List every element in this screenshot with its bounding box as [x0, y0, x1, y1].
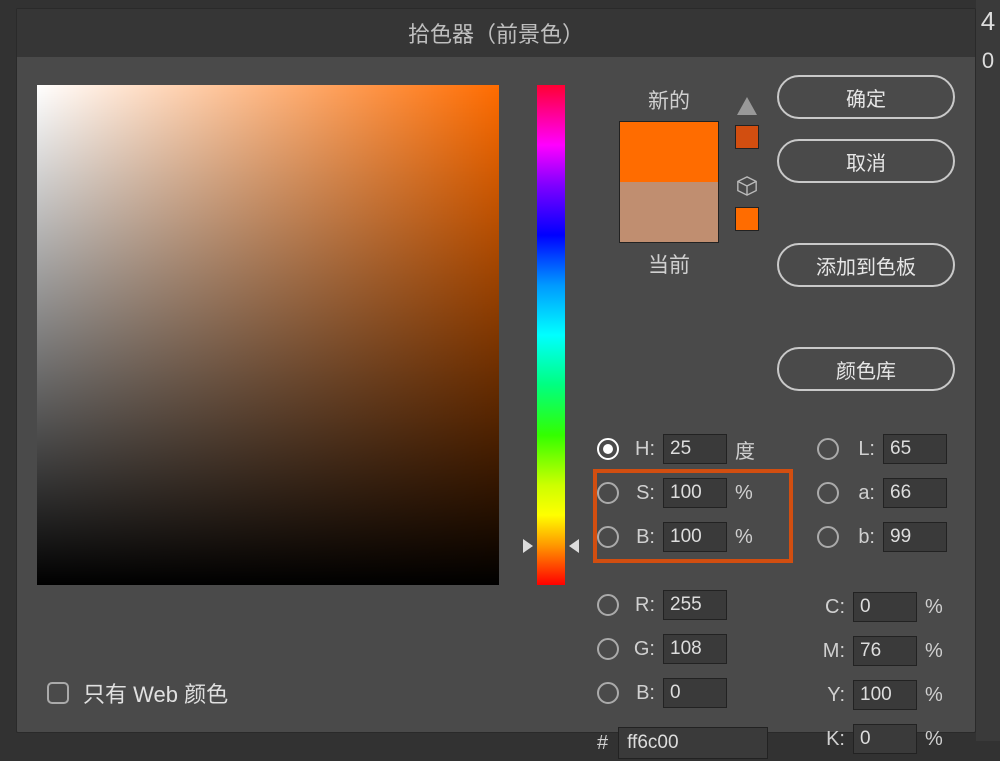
label-y: Y:: [817, 684, 845, 707]
unit-b-hsb: %: [735, 526, 761, 549]
gamut-swatch-2[interactable]: [735, 207, 759, 231]
cmyk-fields: C: % M: % Y: % K: %: [817, 585, 951, 761]
input-b-rgb[interactable]: [663, 678, 727, 708]
cancel-button[interactable]: 取消: [777, 139, 955, 183]
unit-s: %: [735, 482, 761, 505]
input-g[interactable]: [663, 634, 727, 664]
preview-swatches: [619, 121, 719, 243]
label-c: C:: [817, 596, 845, 619]
label-l: L:: [847, 438, 875, 461]
label-m: M:: [817, 640, 845, 663]
radio-h[interactable]: [597, 438, 619, 460]
add-swatch-button[interactable]: 添加到色板: [777, 243, 955, 287]
label-h: H:: [627, 438, 655, 461]
radio-r[interactable]: [597, 594, 619, 616]
input-c[interactable]: [853, 592, 917, 622]
color-picker-dialog: 拾色器（前景色） 新的 当前: [16, 8, 976, 733]
swatch-current[interactable]: [620, 182, 718, 242]
unit-y: %: [925, 684, 951, 707]
new-color-label: 新的: [648, 85, 690, 115]
web-only-row: 只有 Web 颜色: [47, 677, 228, 709]
panel-strip: [976, 0, 1000, 741]
hue-slider-thumb[interactable]: [523, 539, 579, 553]
web-only-label: 只有 Web 颜色: [83, 677, 228, 709]
lab-fields: L: a: b:: [817, 427, 947, 559]
label-k: K:: [817, 728, 845, 751]
edge-num-0: 0: [976, 48, 1000, 74]
web-only-checkbox[interactable]: [47, 682, 69, 704]
color-libs-button[interactable]: 颜色库: [777, 347, 955, 391]
label-a: a:: [847, 482, 875, 505]
label-b-hsb: B:: [627, 526, 655, 549]
hex-label: #: [597, 732, 608, 755]
input-s[interactable]: [663, 478, 727, 508]
gamut-swatch-1[interactable]: [735, 125, 759, 149]
radio-g[interactable]: [597, 638, 619, 660]
hue-arrow-right-icon: [569, 539, 579, 553]
hex-input[interactable]: [618, 727, 768, 759]
input-b-hsb[interactable]: [663, 522, 727, 552]
edge-num-4: 4: [976, 6, 1000, 37]
hex-row: #: [597, 727, 768, 759]
radio-b[interactable]: [597, 526, 619, 548]
radio-b-lab[interactable]: [817, 526, 839, 548]
label-g: G:: [627, 638, 655, 661]
radio-a[interactable]: [817, 482, 839, 504]
gamut-warnings: [735, 97, 759, 231]
input-y[interactable]: [853, 680, 917, 710]
unit-c: %: [925, 596, 951, 619]
input-h[interactable]: [663, 434, 727, 464]
color-field[interactable]: [37, 85, 499, 585]
unit-m: %: [925, 640, 951, 663]
hue-arrow-left-icon: [523, 539, 533, 553]
input-k[interactable]: [853, 724, 917, 754]
current-color-label: 当前: [648, 249, 690, 279]
cube-icon[interactable]: [736, 175, 758, 197]
swatch-new[interactable]: [620, 122, 718, 182]
input-a[interactable]: [883, 478, 947, 508]
input-m[interactable]: [853, 636, 917, 666]
radio-b-rgb[interactable]: [597, 682, 619, 704]
input-b-lab[interactable]: [883, 522, 947, 552]
unit-h: 度: [735, 435, 761, 464]
input-r[interactable]: [663, 590, 727, 620]
input-l[interactable]: [883, 434, 947, 464]
dialog-title: 拾色器（前景色）: [17, 9, 975, 57]
label-s: S:: [627, 482, 655, 505]
warning-icon[interactable]: [737, 97, 757, 115]
label-b-rgb: B:: [627, 682, 655, 705]
button-column: 确定 取消 添加到色板 颜色库: [777, 75, 955, 391]
hue-slider[interactable]: [537, 85, 565, 585]
radio-s[interactable]: [597, 482, 619, 504]
hsb-rgb-fields: H: 度 S: % B: % R:: [597, 427, 761, 715]
dialog-content: 新的 当前 确定 取消 添加到色板 颜色库: [17, 57, 975, 613]
label-r: R:: [627, 594, 655, 617]
label-b-lab: b:: [847, 526, 875, 549]
radio-l[interactable]: [817, 438, 839, 460]
ok-button[interactable]: 确定: [777, 75, 955, 119]
color-field-black-grad: [37, 85, 499, 585]
unit-k: %: [925, 728, 951, 751]
